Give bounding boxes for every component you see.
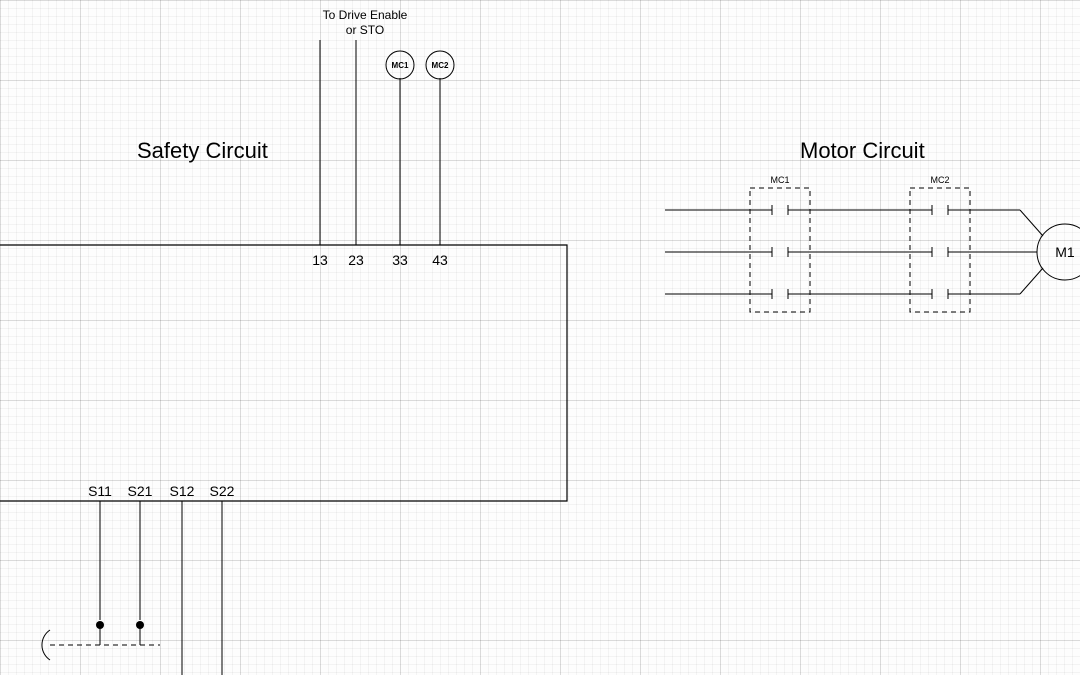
contact-dot-1: [96, 621, 104, 629]
terminal-s11: S11: [88, 483, 112, 499]
terminal-23: 23: [348, 252, 364, 268]
safety-module-box: [0, 245, 567, 501]
note-line2: or STO: [346, 23, 384, 37]
terminal-33: 33: [392, 252, 408, 268]
actuator-head: [42, 630, 50, 660]
l1-to-motor: [1020, 210, 1043, 236]
l3-to-motor: [1020, 268, 1043, 294]
contactor-mc2-label: MC2: [930, 175, 949, 185]
coil-mc1-label: MC1: [392, 61, 409, 70]
contactor-mc2-box: [910, 188, 970, 312]
terminal-s21: S21: [128, 483, 153, 499]
safety-circuit-title: Safety Circuit: [137, 138, 268, 163]
terminal-43: 43: [432, 252, 448, 268]
terminal-s12: S12: [170, 483, 195, 499]
contact-dot-2: [136, 621, 144, 629]
note-line1: To Drive Enable: [323, 8, 408, 22]
schematic-svg: Safety Circuit To Drive Enable or STO MC…: [0, 0, 1080, 675]
diagram-canvas: Safety Circuit To Drive Enable or STO MC…: [0, 0, 1080, 675]
coil-mc2-label: MC2: [432, 61, 449, 70]
contactor-mc1-box: [750, 188, 810, 312]
motor-circuit-title: Motor Circuit: [800, 138, 925, 163]
contactor-mc1-label: MC1: [770, 175, 789, 185]
terminal-13: 13: [312, 252, 328, 268]
terminal-s22: S22: [210, 483, 235, 499]
motor-m1-label: M1: [1055, 244, 1075, 260]
